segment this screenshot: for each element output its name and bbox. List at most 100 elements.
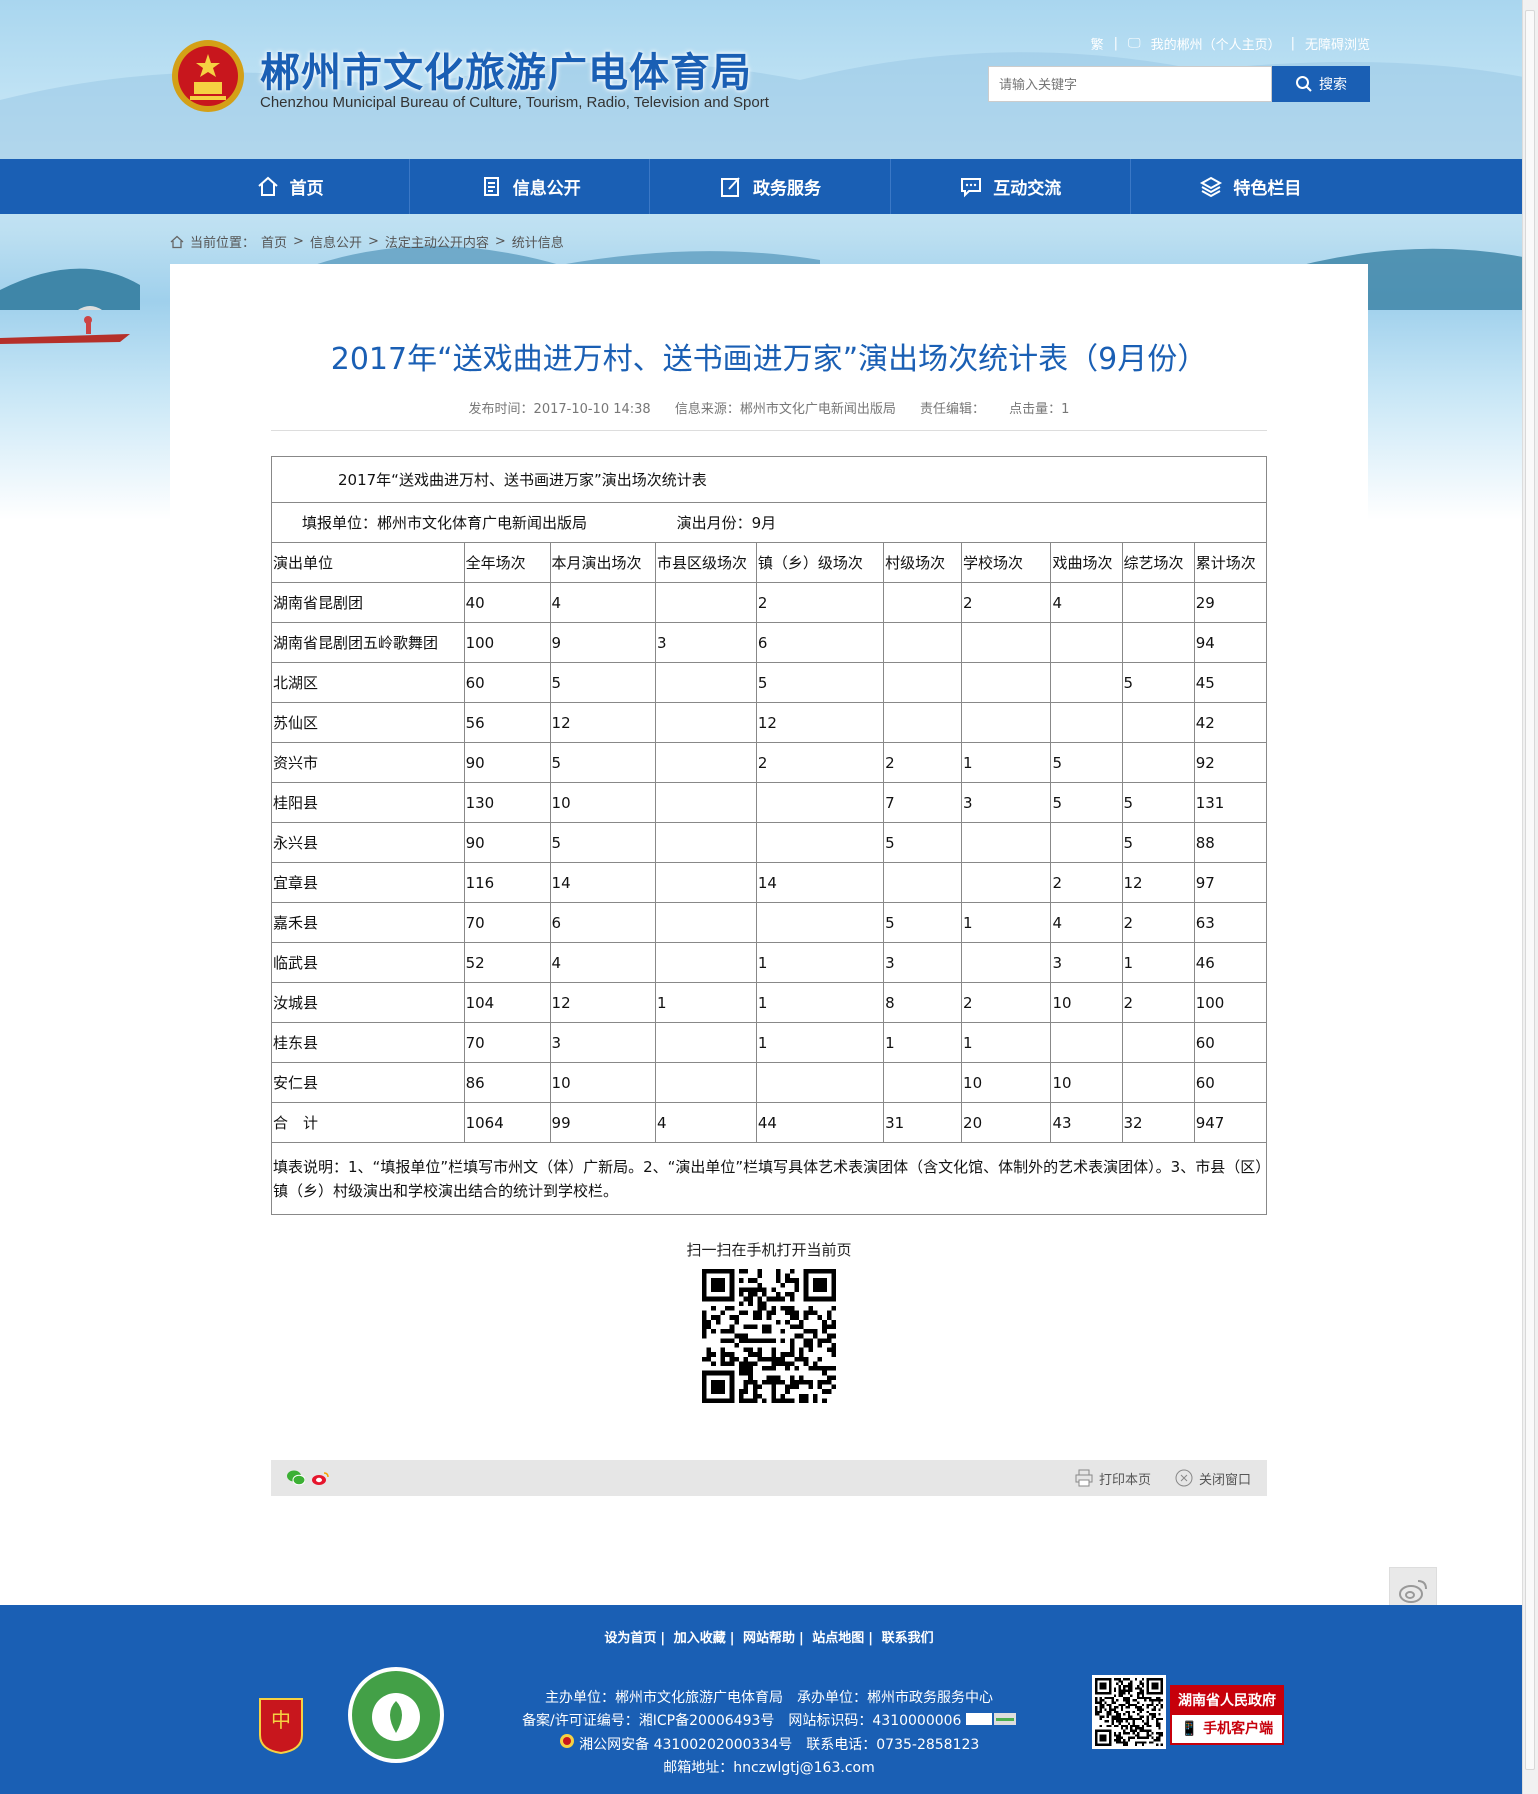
share-bar: 打印本页 关闭窗口 xyxy=(271,1460,1267,1496)
footer-security: 湘公网安备 43100202000334号 联系电话：0735-2858123 xyxy=(0,1733,1538,1757)
nav-interaction[interactable]: 互动交流 xyxy=(891,159,1131,214)
table-header-cell: 镇（乡）级场次 xyxy=(755,542,885,583)
footer-link-help[interactable]: 网站帮助 xyxy=(743,1631,795,1646)
table-cell: 2 xyxy=(755,582,885,623)
table-cell: 2 xyxy=(1121,902,1195,943)
breadcrumb-info[interactable]: 信息公开 xyxy=(310,232,362,251)
table-cell: 5 xyxy=(549,742,657,783)
search-input[interactable] xyxy=(988,66,1272,102)
table-cell: 5 xyxy=(1121,822,1195,863)
nav-home[interactable]: 首页 xyxy=(170,159,411,214)
table-cell: 3 xyxy=(961,782,1052,823)
qr-label: 扫一扫在手机打开当前页 xyxy=(686,1241,852,1259)
table-header-cell: 学校场次 xyxy=(961,542,1052,583)
table-cell: 86 xyxy=(463,1062,551,1103)
footer-info: 主办单位：郴州市文化旅游广电体育局 承办单位：郴州市政务服务中心 备案/许可证编… xyxy=(0,1687,1538,1780)
table-cell xyxy=(655,782,757,823)
my-chenzhou-link[interactable]: 我的郴州（个人主页） xyxy=(1151,34,1281,53)
footer-link-sitemap[interactable]: 站点地图 xyxy=(812,1631,864,1646)
breadcrumb-stats[interactable]: 统计信息 xyxy=(512,232,564,251)
table-cell: 安仁县 xyxy=(271,1062,465,1103)
footer-link-bookmark[interactable]: 加入收藏 xyxy=(674,1631,726,1646)
close-window-button[interactable]: 关闭窗口 xyxy=(1175,1469,1251,1488)
scrollbar-thumb[interactable] xyxy=(1525,10,1535,1770)
table-cell: 116 xyxy=(463,862,551,903)
footer-link-homepage[interactable]: 设为首页 xyxy=(604,1631,656,1646)
footer-security-text: 湘公网安备 43100202000334号 联系电话：0735-2858123 xyxy=(579,1737,980,1753)
traditional-chinese-link[interactable]: 繁 xyxy=(1091,34,1104,53)
table-cell: 60 xyxy=(1193,1022,1268,1063)
site-title: 郴州市文化旅游广电体育局 xyxy=(260,50,752,96)
table-cell: 3 xyxy=(549,1022,657,1063)
publish-time: 发布时间：2017-10-10 14:38 xyxy=(468,402,651,417)
table-cell: 90 xyxy=(463,822,551,863)
nav-info-disclosure[interactable]: 信息公开 xyxy=(410,159,651,214)
breadcrumb-home[interactable]: 首页 xyxy=(261,232,287,251)
table-cell: 14 xyxy=(549,862,657,903)
table-unit-row: 填报单位：郴州市文化体育广电新闻出版局 演出月份：9月 xyxy=(271,502,1267,543)
article-title: 2017年“送戏曲进万村、送书画进万家”演出场次统计表（9月份） xyxy=(330,342,1208,377)
weibo-icon[interactable] xyxy=(311,1470,329,1486)
table-cell: 4 xyxy=(1050,902,1123,943)
nav-gov-services[interactable]: 政务服务 xyxy=(650,159,891,214)
gov-app-line2: 📱 手机客户端 xyxy=(1180,1721,1274,1737)
table-cell: 8 xyxy=(883,982,963,1023)
table-cell: 31 xyxy=(883,1102,963,1143)
table-cell xyxy=(655,902,757,943)
table-cell: 1 xyxy=(961,902,1052,943)
table-cell: 桂东县 xyxy=(271,1022,465,1063)
home-icon xyxy=(170,235,184,248)
table-cell: 12 xyxy=(1121,862,1195,903)
site-subtitle: Chenzhou Municipal Bureau of Culture, To… xyxy=(260,94,769,111)
print-button[interactable]: 打印本页 xyxy=(1075,1469,1151,1488)
hunan-gov-app-link[interactable]: 湖南省人民政府 📱 手机客户端 xyxy=(1170,1685,1284,1745)
table-cell: 5 xyxy=(549,662,657,703)
close-label: 关闭窗口 xyxy=(1198,1472,1251,1488)
table-cell xyxy=(1121,622,1195,663)
click-count: 点击量：1 xyxy=(1009,402,1070,417)
nav-services-label: 政务服务 xyxy=(753,179,821,199)
table-cell: 70 xyxy=(463,1022,551,1063)
scrollbar[interactable] xyxy=(1522,0,1538,1794)
table-cell: 60 xyxy=(463,662,551,703)
breadcrumb-legal[interactable]: 法定主动公开内容 xyxy=(385,232,489,251)
table-cell xyxy=(883,622,963,663)
table-cell: 湖南省昆剧团五岭歌舞团 xyxy=(271,622,465,663)
search-button[interactable]: 搜索 xyxy=(1272,66,1370,102)
table-cell: 3 xyxy=(883,942,963,983)
table-cell: 桂阳县 xyxy=(271,782,465,823)
table-cell: 2 xyxy=(1121,982,1195,1023)
table-cell xyxy=(655,1062,757,1103)
table-cell xyxy=(655,862,757,903)
record-badge-icon xyxy=(965,1713,1016,1725)
table-cell xyxy=(883,702,963,743)
table-cell: 42 xyxy=(1193,702,1268,743)
table-cell: 10 xyxy=(549,782,657,823)
table-header-cell: 市县区级场次 xyxy=(655,542,757,583)
table-cell: 104 xyxy=(463,982,551,1023)
table-cell: 汝城县 xyxy=(271,982,465,1023)
wechat-icon[interactable] xyxy=(287,1470,305,1486)
table-cell: 43 xyxy=(1050,1102,1123,1143)
table-cell xyxy=(1050,622,1123,663)
table-cell: 5 xyxy=(755,662,885,703)
document-icon xyxy=(483,176,499,196)
table-cell: 5 xyxy=(1121,662,1195,703)
info-source: 信息来源：郴州市文化广电新闻出版局 xyxy=(674,402,896,417)
table-row: 苏仙区 56 12 12 42 xyxy=(271,702,1268,743)
table-row: 北湖区 60 5 5 5 45 xyxy=(271,662,1268,703)
table-cell: 60 xyxy=(1193,1062,1268,1103)
table-cell xyxy=(883,1062,963,1103)
weibo-icon xyxy=(1399,1580,1427,1603)
footer-links: 设为首页 | 加入收藏 | 网站帮助 | 站点地图 | 联系我们 xyxy=(604,1631,934,1646)
footer-record-text: 备案/许可证编号：湘ICP备20006493号 网站标识码：4310000006 xyxy=(522,1713,962,1729)
table-cell: 2 xyxy=(755,742,885,783)
table-cell: 1 xyxy=(883,1022,963,1063)
footer-link-contact[interactable]: 联系我们 xyxy=(882,1631,934,1646)
table-cell: 4 xyxy=(1050,582,1123,623)
nav-featured[interactable]: 特色栏目 xyxy=(1131,159,1370,214)
table-cell: 宜章县 xyxy=(271,862,465,903)
table-cell: 92 xyxy=(1193,742,1268,783)
accessibility-link[interactable]: 无障碍浏览 xyxy=(1305,34,1370,53)
table-cell: 7 xyxy=(883,782,963,823)
